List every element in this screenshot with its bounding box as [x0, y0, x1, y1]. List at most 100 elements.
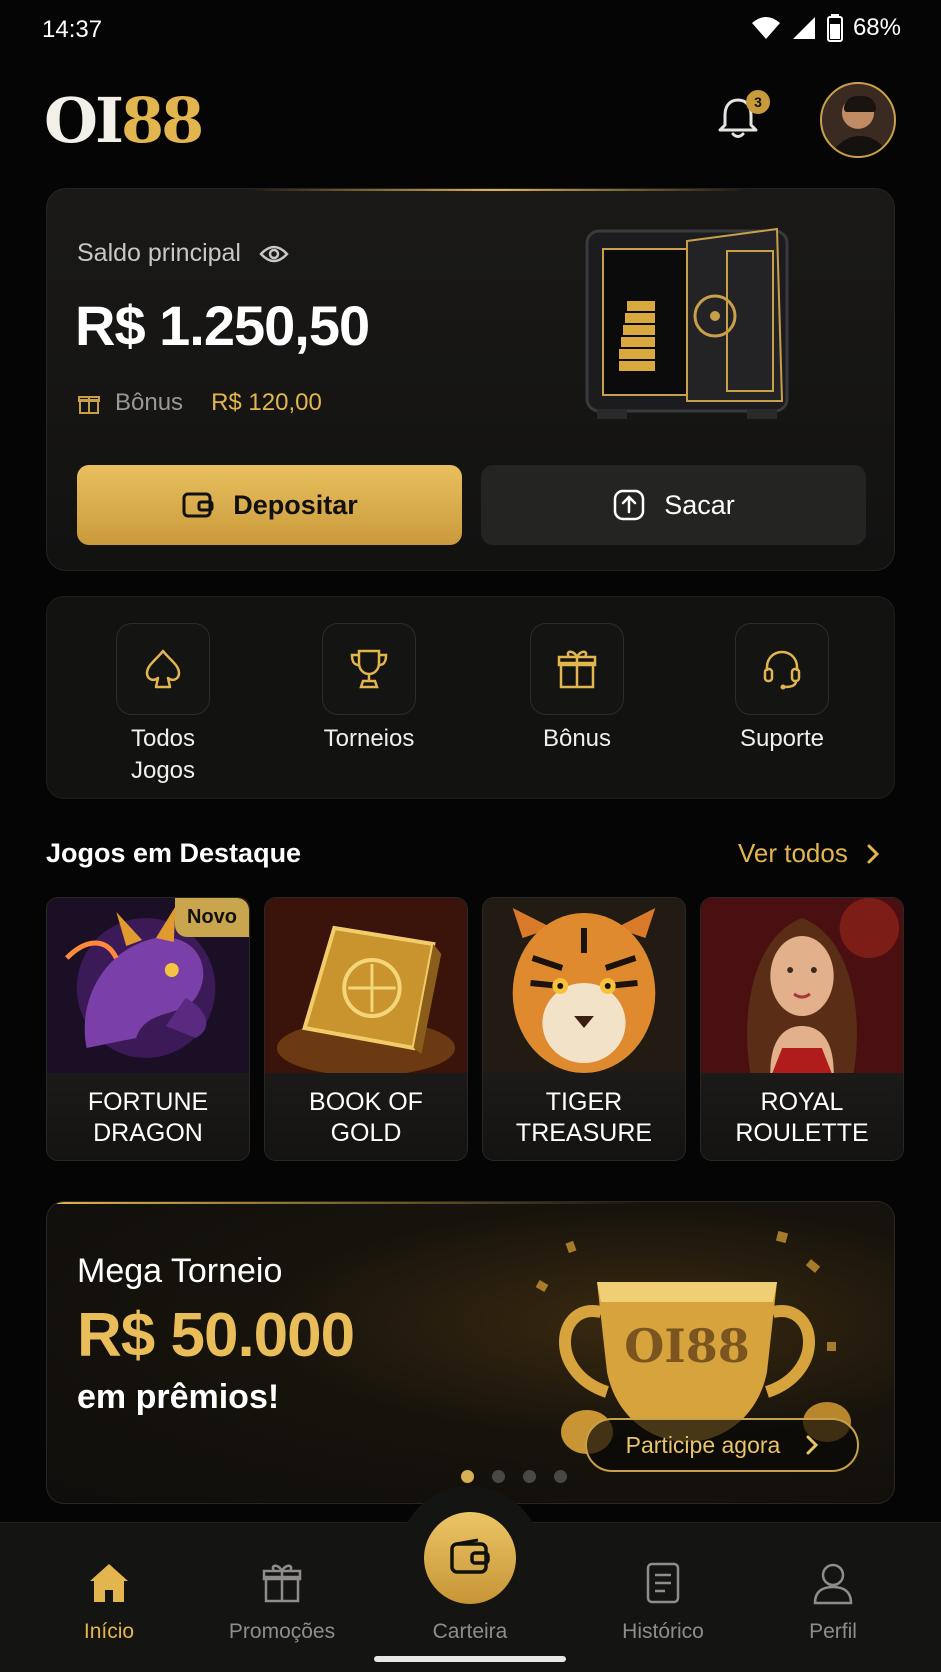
nav-item-home[interactable]: Início [34, 1560, 184, 1644]
upload-icon [613, 489, 645, 521]
game-card-fortune-dragon[interactable]: Novo FORTUNE DRAGON [46, 897, 250, 1161]
app-logo: OI88 [44, 84, 204, 157]
quick-action-support[interactable]: Suporte [712, 623, 852, 755]
new-badge: Novo [175, 898, 249, 937]
deposit-label: Depositar [233, 489, 358, 520]
bonus-row: Bônus R$ 120,00 [77, 389, 322, 417]
document-icon [646, 1562, 680, 1604]
balance-amount: R$ 1.250,50 [75, 294, 370, 357]
quick-actions: Todos Jogos Torneios Bônus Suporte [46, 596, 895, 799]
headset-icon [763, 650, 801, 690]
promo-amount: R$ 50.000 [77, 1301, 355, 1370]
game-title-line2: TREASURE [515, 1118, 653, 1147]
battery-level: 68% [852, 14, 901, 41]
safe-illustration [585, 227, 789, 419]
balance-label-row: Saldo principal [77, 239, 289, 268]
balance-label: Saldo principal [77, 239, 241, 267]
battery-icon [826, 14, 843, 42]
avatar-shirt [830, 136, 890, 156]
deposit-button[interactable]: Depositar [77, 465, 462, 545]
wallet-fab[interactable] [424, 1512, 516, 1604]
cup-logo-text: OI88 [624, 1319, 750, 1373]
eye-icon[interactable] [259, 244, 289, 264]
gift-icon [78, 396, 100, 414]
nav-item-history[interactable]: Histórico [588, 1560, 738, 1644]
bonus-value: R$ 120,00 [211, 389, 322, 416]
notification-badge: 3 [746, 90, 770, 114]
quick-action-box [116, 623, 210, 715]
logo-white: OI [44, 84, 124, 157]
gift-icon [262, 1564, 302, 1603]
carousel-dot[interactable] [554, 1470, 567, 1483]
logo-gold: 88 [121, 84, 204, 157]
home-icon [90, 1564, 128, 1602]
spade-icon [145, 649, 181, 689]
carousel-dots [461, 1470, 567, 1483]
woman-art [701, 898, 903, 1073]
nav-label: Início [83, 1620, 135, 1643]
promo-subtitle: Mega Torneio [77, 1252, 283, 1290]
quick-action-box [530, 623, 624, 715]
game-title: ROYAL ROULETTE [701, 1073, 903, 1160]
carousel-dot[interactable] [492, 1470, 505, 1483]
game-title-line2: DRAGON [93, 1118, 203, 1147]
game-title-line1: BOOK OF [309, 1087, 423, 1116]
balance-card: Saldo principal R$ 1.250,50 Bônus R$ 120… [46, 188, 895, 571]
game-title-line1: TIGER [545, 1087, 623, 1116]
quick-action-box [735, 623, 829, 715]
game-title-line1: FORTUNE [87, 1087, 209, 1116]
gift-icon [557, 650, 597, 689]
wallet-icon [450, 1538, 490, 1574]
quick-action-box [322, 623, 416, 715]
game-card-tiger-treasure[interactable]: TIGER TREASURE [482, 897, 686, 1161]
quick-action-label: Bônus [542, 725, 612, 752]
carousel-dot[interactable] [461, 1470, 474, 1483]
avatar[interactable] [820, 82, 896, 158]
withdraw-label: Sacar [664, 489, 735, 520]
wallet-icon [182, 492, 214, 518]
featured-title: Jogos em Destaque [46, 838, 302, 868]
game-title: TIGER TREASURE [483, 1073, 685, 1160]
nav-item-promotions[interactable]: Promoções [207, 1560, 357, 1644]
game-title-line2: GOLD [330, 1118, 402, 1147]
signal-icon [792, 17, 815, 39]
user-icon [813, 1563, 853, 1605]
status-icons: 68% [751, 14, 901, 42]
status-time: 14:37 [42, 16, 103, 43]
trophy-icon [350, 649, 388, 689]
promo-tail: em prêmios! [77, 1378, 280, 1416]
nav-label: Histórico [622, 1620, 704, 1643]
promo-banner[interactable]: OI88 Mega Torneio R$ 50.000 em prêmios! … [46, 1201, 895, 1504]
home-indicator[interactable] [374, 1656, 566, 1662]
game-title-line2: ROULETTE [735, 1118, 869, 1147]
tiger-art [483, 898, 685, 1073]
bonus-label: Bônus [115, 389, 184, 416]
quick-action-bonus[interactable]: Bônus [507, 623, 647, 755]
see-all-link[interactable]: Ver todos [738, 838, 880, 869]
participate-label: Participe agora [625, 1431, 781, 1458]
game-title: FORTUNE DRAGON [47, 1073, 249, 1160]
quick-action-label: Suporte [739, 725, 825, 752]
avatar-hair [844, 96, 876, 112]
carousel-dot[interactable] [523, 1470, 536, 1483]
wifi-icon [751, 17, 780, 39]
game-card-book-of-gold[interactable]: BOOK OF GOLD [264, 897, 468, 1161]
quick-action-all-games[interactable]: Todos Jogos [93, 623, 233, 787]
nav-item-profile[interactable]: Perfil [758, 1560, 908, 1644]
see-all-label: Ver todos [738, 838, 848, 868]
game-title: BOOK OF GOLD [265, 1073, 467, 1160]
nav-label: Perfil [809, 1620, 857, 1643]
game-title-line1: ROYAL [760, 1087, 844, 1116]
participate-button[interactable]: Participe agora [585, 1418, 859, 1472]
chevron-right-icon [867, 844, 879, 863]
withdraw-button[interactable]: Sacar [481, 465, 866, 545]
quick-action-label: Torneios [323, 725, 415, 752]
book-art [265, 898, 467, 1073]
chevron-right-icon [806, 1435, 819, 1455]
nav-label: Promoções [228, 1620, 336, 1643]
quick-action-tournaments[interactable]: Torneios [299, 623, 439, 755]
quick-action-label: Todos Jogos [130, 725, 196, 784]
game-card-royal-roulette[interactable]: ROYAL ROULETTE [700, 897, 904, 1161]
nav-label-wallet[interactable]: Carteira [390, 1620, 550, 1644]
status-bar: 14:37 68% [0, 0, 941, 60]
